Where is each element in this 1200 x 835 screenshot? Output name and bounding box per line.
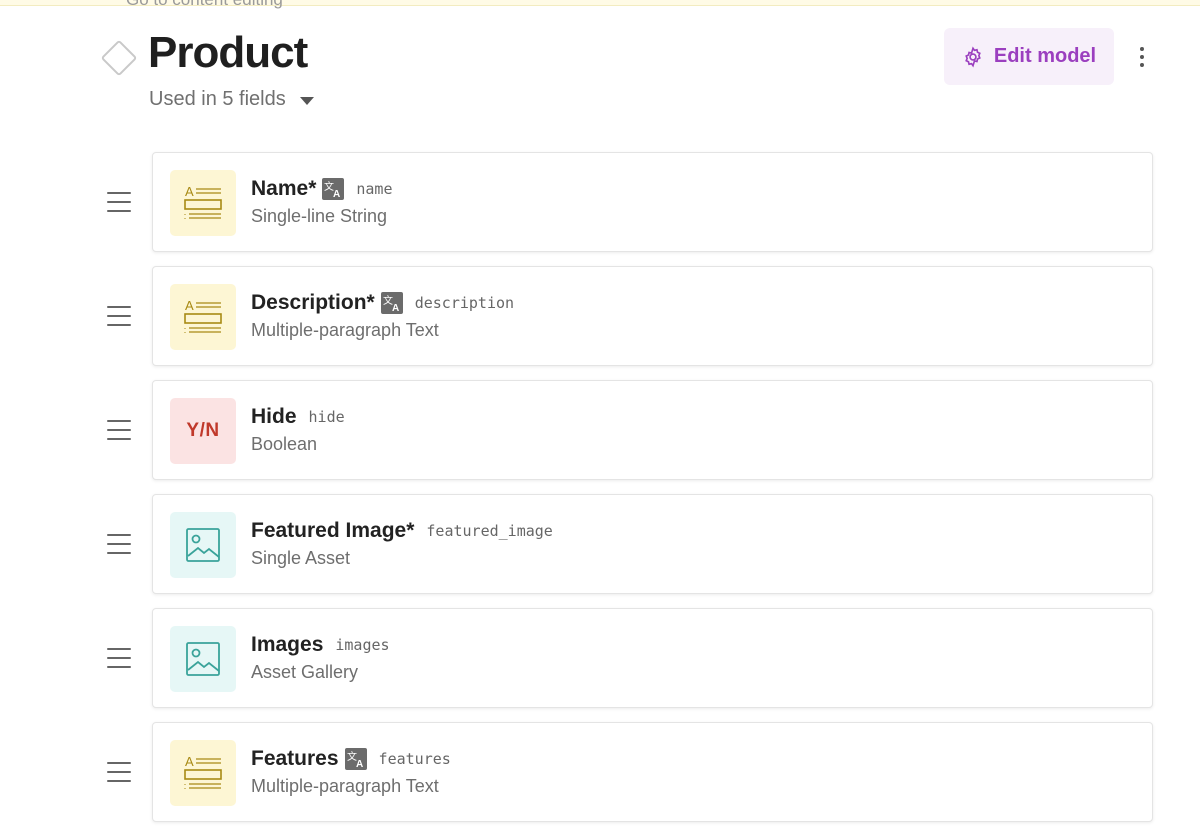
svg-text:A: A: [185, 298, 194, 313]
field-type: Boolean: [251, 434, 318, 454]
field-api-key: features: [378, 750, 451, 768]
more-options-icon[interactable]: [1130, 40, 1154, 74]
localization-icon: 文A: [380, 292, 403, 314]
field-api-key: images: [335, 636, 390, 654]
field-api-key: hide: [308, 408, 345, 426]
field-row: Y/N Hide hide Boolean: [0, 380, 1200, 494]
field-type: Single-line String: [251, 206, 388, 226]
field-card-hide[interactable]: Y/N Hide hide Boolean: [152, 380, 1153, 480]
used-in-dropdown[interactable]: Used in 5 fields: [149, 88, 314, 111]
drag-handle-icon[interactable]: [107, 192, 131, 212]
field-type: Multiple-paragraph Text: [251, 776, 439, 796]
field-row: A Features 文A features Multiple-paragrap…: [0, 722, 1200, 835]
field-card-features[interactable]: A Features 文A features Multiple-paragrap…: [152, 722, 1153, 822]
svg-text:A: A: [356, 759, 363, 770]
field-label: Description*: [251, 291, 375, 314]
model-header: Product Used in 5 fields Edit model: [0, 0, 1200, 130]
field-api-key: name: [356, 180, 393, 198]
edit-model-label: Edit model: [993, 45, 1097, 67]
svg-text:A: A: [185, 184, 194, 199]
localization-icon: 文A: [322, 178, 345, 200]
field-api-key: description: [414, 294, 515, 312]
field-label: Name*: [251, 177, 317, 200]
text-field-icon: A: [170, 740, 236, 806]
field-card-name[interactable]: A Name* 文A name Single-line String: [152, 152, 1153, 252]
field-row: Featured Image* featured_image Single As…: [0, 494, 1200, 608]
drag-handle-icon[interactable]: [107, 648, 131, 668]
field-label: Hide: [251, 405, 297, 428]
edit-model-button[interactable]: Edit model: [944, 28, 1114, 85]
field-row: Images images Asset Gallery: [0, 608, 1200, 722]
drag-handle-icon[interactable]: [107, 762, 131, 782]
field-api-key: featured_image: [426, 522, 553, 540]
used-in-label: Used in 5 fields: [149, 88, 286, 110]
svg-text:A: A: [392, 303, 399, 314]
gear-icon: [965, 45, 981, 68]
field-label: Featured Image*: [251, 519, 415, 542]
localization-icon: 文A: [344, 748, 367, 770]
field-type: Asset Gallery: [251, 662, 359, 682]
model-diamond-icon: [100, 39, 138, 77]
field-label: Images: [251, 633, 324, 656]
field-card-featured-image[interactable]: Featured Image* featured_image Single As…: [152, 494, 1153, 594]
caret-down-icon: [299, 96, 314, 105]
field-card-images[interactable]: Images images Asset Gallery: [152, 608, 1153, 708]
boolean-icon: Y/N: [170, 398, 236, 464]
text-field-icon: A: [170, 170, 236, 236]
field-row: A Description* 文A description Multiple-p…: [0, 266, 1200, 380]
field-type: Multiple-paragraph Text: [251, 320, 439, 340]
drag-handle-icon[interactable]: [107, 534, 131, 554]
field-card-description[interactable]: A Description* 文A description Multiple-p…: [152, 266, 1153, 366]
svg-text:A: A: [185, 754, 194, 769]
image-icon: [170, 512, 236, 578]
drag-handle-icon[interactable]: [107, 306, 131, 326]
drag-handle-icon[interactable]: [107, 420, 131, 440]
field-row: A Name* 文A name Single-line String: [0, 152, 1200, 266]
text-field-icon: A: [170, 284, 236, 350]
svg-text:A: A: [333, 189, 340, 200]
field-label: Features: [251, 747, 339, 770]
page-title: Product: [148, 28, 308, 77]
image-icon: [170, 626, 236, 692]
field-type: Single Asset: [251, 548, 351, 568]
field-list: A Name* 文A name Single-line String A Des…: [0, 152, 1200, 835]
